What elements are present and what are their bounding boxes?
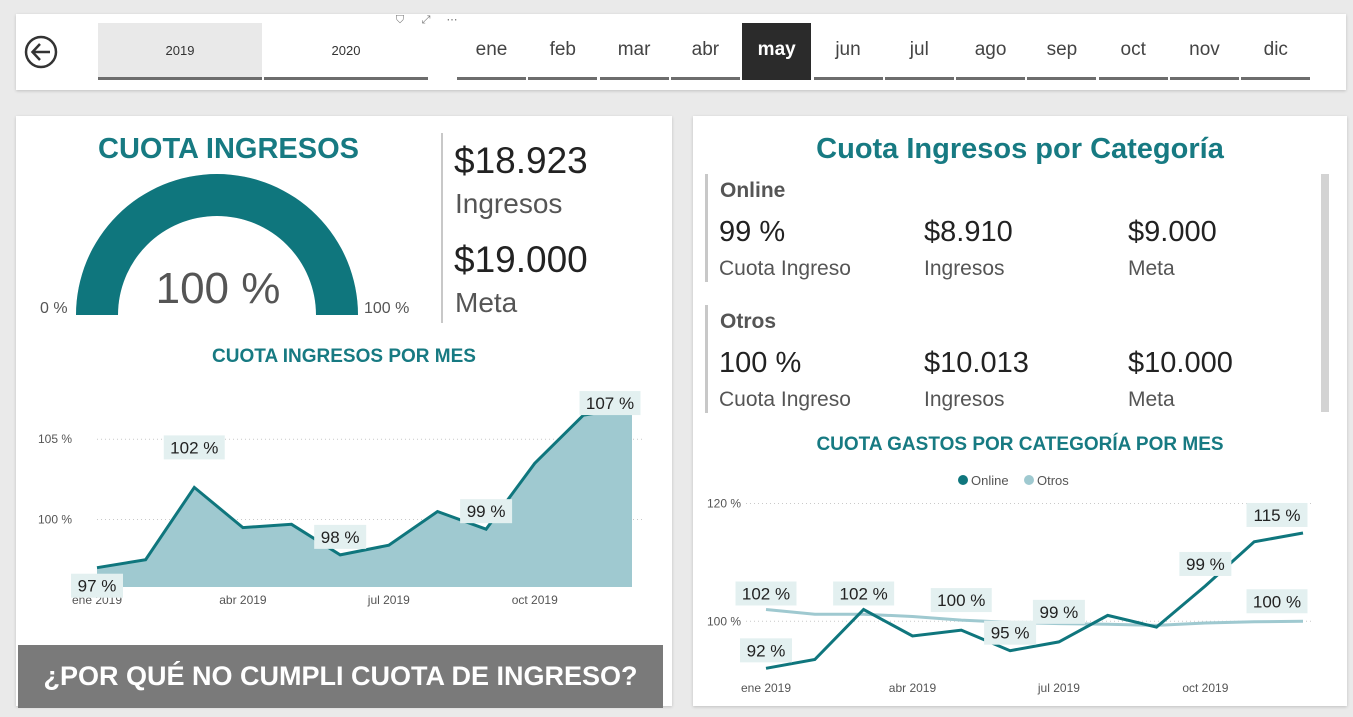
month-option-nov[interactable]: nov [1170, 23, 1239, 80]
data-label-online: 99 % [1186, 555, 1225, 574]
online-cuota-label: Cuota Ingreso [719, 257, 851, 280]
left-panel: CUOTA INGRESOS 100 % 0 % 100 % $18.923 I… [16, 116, 672, 708]
x-tick-label: oct 2019 [512, 593, 558, 607]
data-label: 98 % [321, 528, 360, 547]
legend-marker-online [958, 475, 968, 485]
meta-value: $19.000 [454, 239, 588, 280]
y-tick-label: 120 % [707, 497, 741, 511]
year-option-2019[interactable]: 2019 [98, 23, 262, 80]
x-tick-label: jul 2019 [1037, 681, 1080, 695]
month-option-sep[interactable]: sep [1027, 23, 1097, 80]
month-option-may[interactable]: may [742, 23, 812, 80]
category-otros: Otros 100 % Cuota Ingreso $10.013 Ingres… [705, 305, 1308, 413]
ingresos-value: $18.923 [454, 140, 588, 181]
online-meta-value: $9.000 [1128, 216, 1217, 248]
y-tick-label: 100 % [38, 513, 72, 527]
data-label: 97 % [78, 577, 117, 596]
x-tick-label: oct 2019 [1182, 681, 1228, 695]
right-panel: Cuota Ingresos por Categoría Online 99 %… [693, 116, 1347, 706]
category-name: Online [720, 179, 786, 202]
category-title: Cuota Ingresos por Categoría [816, 133, 1224, 165]
gauge-min-label: 0 % [40, 300, 68, 317]
monthly-chart-title: CUOTA INGRESOS POR MES [212, 346, 476, 367]
category-name: Otros [720, 310, 777, 333]
year-option-2020[interactable]: 2020 [264, 23, 428, 80]
month-option-ene[interactable]: ene [457, 23, 526, 80]
meta-label: Meta [455, 287, 518, 318]
data-label-online: 115 % [1254, 506, 1301, 525]
x-tick-label: ene 2019 [741, 681, 791, 695]
expense-chart-title: CUOTA GASTOS POR CATEGORÍA POR MES [816, 434, 1224, 455]
online-meta-label: Meta [1128, 257, 1175, 280]
back-button[interactable] [24, 35, 58, 69]
y-tick-label: 100 % [707, 614, 741, 628]
legend-marker-otros [1024, 475, 1034, 485]
month-option-mar[interactable]: mar [599, 23, 669, 80]
data-label-otros: 100 % [937, 591, 985, 610]
online-ingresos-value: $8.910 [924, 216, 1013, 248]
category-scrollbar[interactable] [1321, 174, 1329, 412]
month-option-feb[interactable]: feb [528, 23, 598, 80]
legend-label-online: Online [971, 473, 1009, 488]
month-option-jul[interactable]: jul [884, 23, 954, 80]
legend-label-otros: Otros [1037, 473, 1069, 488]
x-tick-label: abr 2019 [889, 681, 937, 695]
area-fill [97, 407, 632, 587]
otros-meta-value: $10.000 [1128, 347, 1233, 379]
otros-ingresos-value: $10.013 [924, 347, 1029, 379]
gauge-max-label: 100 % [364, 300, 410, 317]
category-online: Online 99 % Cuota Ingreso $8.910 Ingreso… [705, 174, 1308, 282]
month-option-jun[interactable]: jun [813, 23, 883, 80]
y-tick-label: 105 % [38, 432, 72, 446]
data-label-otros: 102 % [742, 584, 790, 603]
why-not-met-button[interactable]: ¿POR QUÉ NO CUMPLI CUOTA DE INGRESO? [18, 645, 663, 708]
data-label: 107 % [586, 394, 634, 413]
data-label: 102 % [170, 438, 218, 457]
online-cuota-value: 99 % [719, 216, 786, 248]
month-option-oct[interactable]: oct [1098, 23, 1168, 80]
otros-cuota-label: Cuota Ingreso [719, 388, 851, 411]
slicer-bar: ⛉ ⤢ ⋯ 2019 2020 ene feb mar abr may jun jul ago s… [16, 14, 1346, 90]
x-tick-label: jul 2019 [367, 593, 410, 607]
month-option-dic[interactable]: dic [1241, 23, 1311, 80]
gauge-value: 100 % [155, 264, 281, 313]
kpi-divider [441, 133, 443, 323]
month-option-abr[interactable]: abr [670, 23, 740, 80]
x-tick-label: abr 2019 [219, 593, 267, 607]
data-label-online: 102 % [840, 584, 888, 603]
data-label: 99 % [467, 502, 506, 521]
otros-cuota-value: 100 % [719, 347, 802, 379]
data-label-online: 99 % [1040, 603, 1079, 622]
data-label-online: 95 % [991, 624, 1030, 643]
data-label-otros: 100 % [1253, 592, 1301, 611]
gauge-title: CUOTA INGRESOS [98, 133, 360, 165]
data-label-online: 92 % [747, 641, 786, 660]
month-option-ago[interactable]: ago [956, 23, 1026, 80]
ingresos-label: Ingresos [455, 188, 563, 219]
back-arrow-icon [24, 35, 58, 69]
monthly-quota-area-chart: 100 %105 %ene 2019 abr 2019 jul 2019 oct 20… [38, 391, 642, 607]
expense-quota-line-chart: Online Otros 100 % 120 % ene 2019 abr 2019 jul… [707, 473, 1313, 695]
otros-ingresos-label: Ingresos [924, 388, 1005, 411]
online-ingresos-label: Ingresos [924, 257, 1005, 280]
otros-meta-label: Meta [1128, 388, 1175, 411]
